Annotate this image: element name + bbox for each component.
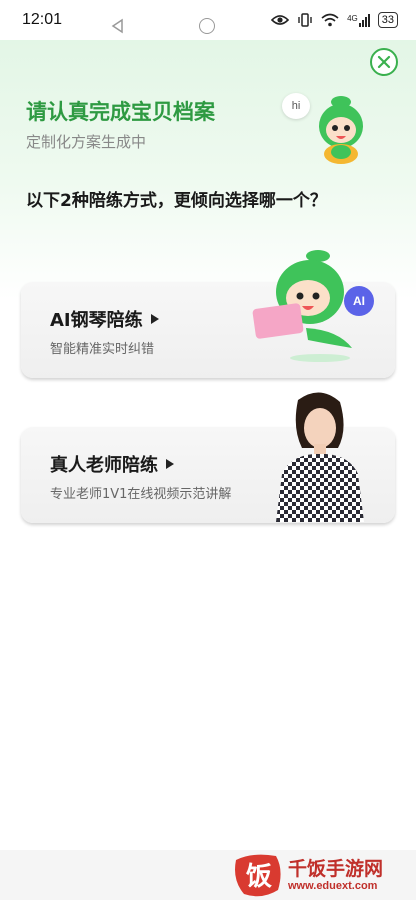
watermark-title: 千饭手游网 — [288, 858, 384, 880]
watermark-logo: 饭 — [235, 854, 281, 897]
close-icon — [377, 55, 391, 69]
wifi-icon — [321, 13, 339, 27]
status-icons: 4G 33 — [271, 12, 398, 28]
signal-icon: 4G — [347, 13, 370, 27]
option-description: 智能精准实时纠错 — [50, 342, 155, 357]
page-subtitle: 定制化方案生成中 — [26, 133, 147, 151]
back-icon[interactable] — [110, 18, 126, 34]
hi-bubble: hi — [282, 93, 310, 119]
vibrate-icon — [298, 13, 312, 27]
ai-badge: AI — [344, 286, 374, 316]
option-title-wrap: 真人老师陪练 — [50, 451, 174, 477]
status-time: 12:01 — [22, 11, 63, 28]
watermark: 饭 千饭手游网 www.eduext.com — [232, 850, 416, 900]
option-description: 专业老师1V1在线视频示范讲解 — [50, 487, 232, 502]
close-button[interactable] — [370, 48, 398, 76]
play-icon — [166, 459, 174, 469]
play-icon — [150, 314, 159, 324]
mascot-illustration — [319, 96, 363, 164]
option-title: AI钢琴陪练 — [50, 310, 143, 331]
question-text: 以下2种陪练方式，更倾向选择哪一个？ — [26, 191, 327, 211]
teacher-photo — [276, 392, 364, 522]
signal-label: 4G — [347, 13, 358, 23]
eye-icon — [271, 15, 290, 25]
page-title: 请认真完成宝贝档案 — [26, 100, 215, 124]
watermark-logo-char: 饭 — [246, 862, 272, 892]
option-title: 真人老师陪练 — [50, 455, 158, 476]
option-title-wrap: AI钢琴陪练 — [50, 306, 159, 332]
watermark-url: www.eduext.com — [288, 880, 378, 892]
home-icon[interactable] — [199, 18, 215, 34]
battery-icon: 33 — [377, 12, 398, 28]
